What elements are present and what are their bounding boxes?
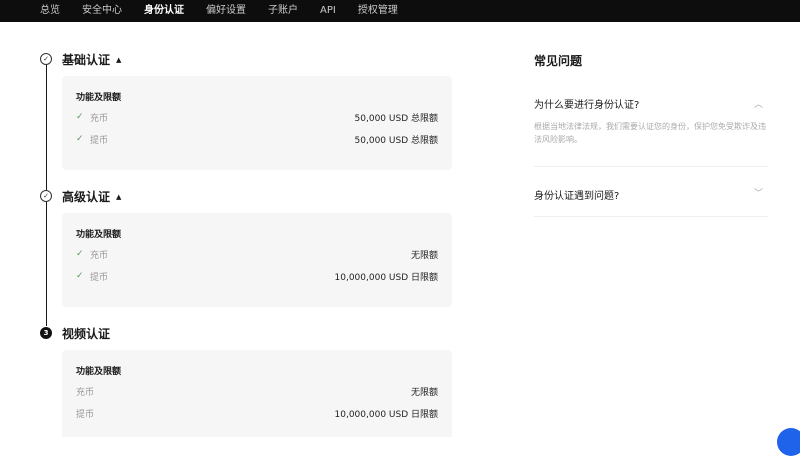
- nav-preferences[interactable]: 偏好设置: [206, 0, 246, 22]
- step-video-header[interactable]: 视频认证: [62, 325, 110, 342]
- top-navigation: 总览 安全中心 身份认证 偏好设置 子账户 API 授权管理: [0, 0, 800, 22]
- nav-sub-accounts[interactable]: 子账户: [268, 0, 298, 22]
- limit-row-withdraw: ✓ 提币 10,000,000 USD 日限额: [76, 269, 438, 283]
- limit-label: 充币: [76, 387, 95, 398]
- card-title: 功能及限额: [76, 93, 122, 103]
- limits-card-advanced: 功能及限额 ✓ 充币 无限额 ✓ 提币 10,000,000 USD 日限额: [62, 213, 452, 307]
- card-title: 功能及限额: [76, 367, 122, 377]
- nav-authorization[interactable]: 授权管理: [358, 0, 398, 22]
- step-title: 基础认证: [62, 53, 111, 67]
- step-complete-check-icon: ✓: [40, 190, 52, 202]
- step-title: 高级认证: [62, 190, 111, 204]
- faq-divider: [534, 216, 768, 217]
- nav-security-center[interactable]: 安全中心: [82, 0, 122, 22]
- faq-question-problems[interactable]: 身份认证遇到问题?: [534, 187, 766, 202]
- limit-row-deposit: ✓ 充币 50,000 USD 总限额: [76, 110, 438, 124]
- limit-row-withdraw: ✓ 提币 50,000 USD 总限额: [76, 132, 438, 146]
- limit-label: 充币: [90, 113, 109, 124]
- limit-row-deposit: 充币 无限额: [76, 384, 438, 398]
- nav-overview[interactable]: 总览: [40, 0, 60, 22]
- check-icon: ✓: [76, 134, 84, 144]
- check-icon: ✓: [76, 271, 84, 281]
- faq-question-why-verify[interactable]: 为什么要进行身份认证?: [534, 96, 766, 111]
- limit-label: 提币: [90, 272, 109, 283]
- chevron-up-icon[interactable]: ︿: [754, 97, 763, 110]
- check-icon: ✓: [76, 249, 84, 259]
- limits-card-video: 功能及限额 充币 无限额 提币 10,000,000 USD 日限额: [62, 350, 452, 437]
- step-number-badge: 3: [40, 327, 52, 339]
- faq-title: 常见问题: [534, 54, 583, 68]
- nav-identity-verification[interactable]: 身份认证: [144, 0, 184, 22]
- chevron-down-icon[interactable]: ﹀: [754, 186, 763, 199]
- support-chat-button[interactable]: [777, 428, 800, 456]
- limit-value: 10,000,000 USD 日限额: [334, 409, 438, 420]
- limit-value: 无限额: [410, 387, 438, 398]
- limit-label: 充币: [90, 250, 109, 261]
- faq-divider: [534, 166, 768, 167]
- step-title: 视频认证: [62, 327, 111, 341]
- faq-answer: 根据当地法律法规，我们需要认证您的身份，保护您免受欺诈及违法风险影响。: [534, 122, 766, 144]
- limit-row-withdraw: 提币 10,000,000 USD 日限额: [76, 406, 438, 420]
- caret-up-icon[interactable]: ▲: [116, 56, 121, 64]
- step-basic-header[interactable]: 基础认证 ▲: [62, 51, 121, 68]
- limit-value: 10,000,000 USD 日限额: [334, 272, 438, 283]
- check-icon: ✓: [76, 112, 84, 122]
- nav-api[interactable]: API: [320, 0, 336, 22]
- limit-value: 无限额: [410, 250, 438, 261]
- step-complete-check-icon: ✓: [40, 53, 52, 65]
- limit-label: 提币: [90, 135, 109, 146]
- limit-row-deposit: ✓ 充币 无限额: [76, 247, 438, 261]
- limits-card-basic: 功能及限额 ✓ 充币 50,000 USD 总限额 ✓ 提币 50,000 US…: [62, 76, 452, 170]
- limit-value: 50,000 USD 总限额: [354, 135, 438, 146]
- limit-value: 50,000 USD 总限额: [354, 113, 438, 124]
- limit-label: 提币: [76, 409, 95, 420]
- card-title: 功能及限额: [76, 230, 122, 240]
- caret-up-icon[interactable]: ▲: [116, 193, 121, 201]
- step-advanced-header[interactable]: 高级认证 ▲: [62, 188, 121, 205]
